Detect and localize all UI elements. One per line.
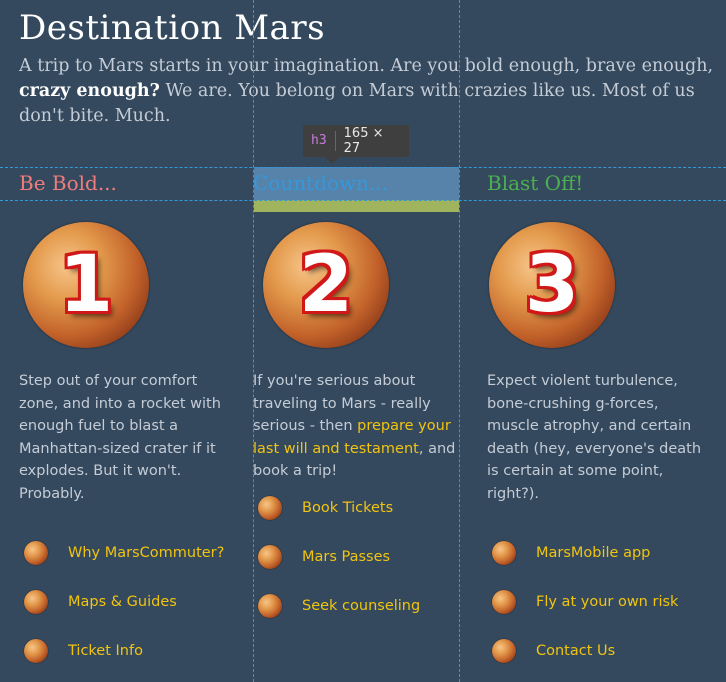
link-maps-guides[interactable]: Maps & Guides [68, 594, 177, 610]
mars-bullet-icon [24, 540, 48, 565]
link-why-marscommuter[interactable]: Why MarsCommuter? [68, 545, 224, 561]
mars-number-3-icon: 3 [489, 222, 615, 348]
list-item: Why MarsCommuter? [19, 528, 259, 577]
inspector-guide-horizontal [0, 167, 726, 168]
mars-number-2-icon: 2 [263, 222, 389, 348]
inspector-tag-name: h3 [303, 131, 336, 151]
column-links: Why MarsCommuter? Maps & Guides Ticket I… [19, 528, 259, 675]
link-seek-counseling[interactable]: Seek counseling [302, 598, 420, 614]
mars-bullet-icon [492, 540, 516, 565]
list-item: Fly at your own risk [487, 577, 726, 626]
mars-bullet-icon [258, 544, 282, 569]
link-book-tickets[interactable]: Book Tickets [302, 500, 393, 516]
intro-text-part-1: A trip to Mars starts in your imaginatio… [19, 56, 714, 76]
mars-bullet-icon [492, 589, 516, 614]
inspector-dimensions: 165 × 27 [343, 126, 384, 156]
link-ticket-info[interactable]: Ticket Info [68, 643, 143, 659]
badge-number: 2 [298, 240, 354, 330]
column-description: If you're serious about traveling to Mar… [253, 370, 468, 483]
column-blast-off: Blast Off! 3 Expect violent turbulence, … [487, 170, 701, 663]
column-links: MarsMobile app Fly at your own risk Cont… [487, 528, 726, 675]
column-countdown: Countdown... 2 If you're serious about t… [253, 170, 463, 618]
inspector-guide-vertical [253, 0, 254, 682]
column-description: Step out of your comfort zone, and into … [19, 373, 221, 502]
mars-bullet-icon [24, 589, 48, 614]
intro-emphasis: crazy enough? [19, 81, 160, 101]
list-item: Mars Passes [253, 532, 493, 581]
link-mars-passes[interactable]: Mars Passes [302, 549, 390, 565]
mars-bullet-icon [24, 638, 48, 663]
inspector-guide-vertical [459, 0, 460, 682]
link-fly-at-own-risk[interactable]: Fly at your own risk [536, 594, 678, 610]
list-item: Book Tickets [253, 483, 493, 532]
column-heading-blast-off: Blast Off! [487, 171, 584, 195]
column-links: Book Tickets Mars Passes Seek counseling [253, 483, 493, 630]
list-item: Contact Us [487, 626, 726, 675]
mars-bullet-icon [258, 593, 282, 618]
column-heading-be-bold: Be Bold... [19, 171, 117, 195]
mars-bullet-icon [492, 638, 516, 663]
badge-number: 1 [58, 240, 114, 330]
mars-number-1-icon: 1 [23, 222, 149, 348]
column-be-bold: Be Bold... 1 Step out of your comfort zo… [19, 170, 229, 663]
mars-bullet-icon [258, 495, 282, 520]
inspector-guide-horizontal [0, 200, 726, 201]
inspector-tooltip: h3 165 × 27 [303, 125, 409, 164]
page-title: Destination Mars [19, 8, 326, 48]
column-description: Expect violent turbulence, bone-crushing… [487, 373, 702, 502]
column-heading-countdown: Countdown... [253, 171, 389, 195]
link-contact-us[interactable]: Contact Us [536, 643, 615, 659]
link-marsmobile-app[interactable]: MarsMobile app [536, 545, 650, 561]
list-item: Seek counseling [253, 581, 493, 630]
badge-number: 3 [524, 240, 580, 330]
list-item: Ticket Info [19, 626, 259, 675]
intro-text: A trip to Mars starts in your imaginatio… [19, 54, 714, 129]
list-item: MarsMobile app [487, 528, 726, 577]
list-item: Maps & Guides [19, 577, 259, 626]
